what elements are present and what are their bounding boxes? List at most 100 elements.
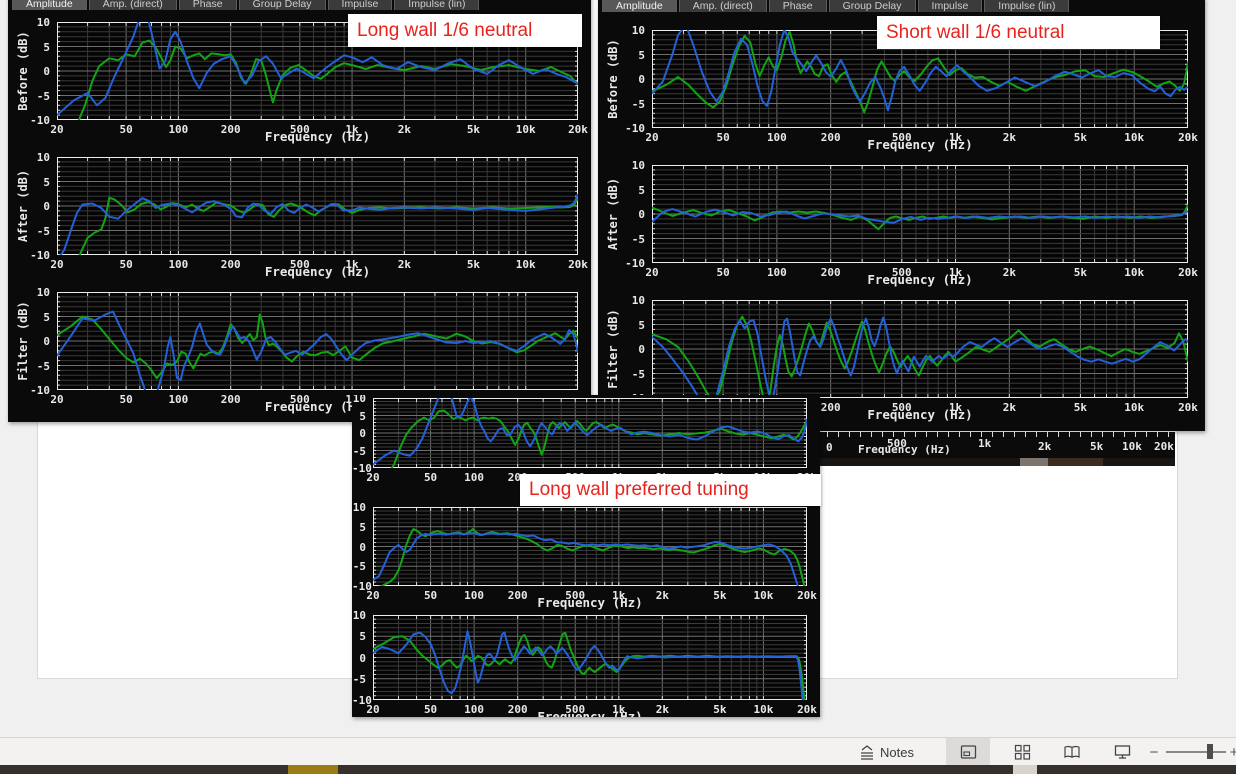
y-tick-label: -5	[352, 444, 366, 458]
zoom-out-button[interactable]: −	[1146, 738, 1162, 766]
tab-impulse[interactable]: Impulse	[327, 0, 393, 10]
y-axis-label: After (dB)	[16, 169, 30, 243]
x-tick-label: 10k	[515, 258, 536, 271]
x-tick-label: 5k	[713, 703, 727, 716]
zoom-slider[interactable]	[1166, 738, 1226, 766]
slide-sorter-button[interactable]	[1000, 738, 1044, 766]
annotation-long-wall-preferred[interactable]: Long wall preferred tuning	[520, 474, 821, 506]
x-tick-label: 10k	[1124, 131, 1145, 144]
notes-label: Notes	[880, 744, 914, 760]
annotation-text: Long wall 1/6 neutral	[357, 19, 533, 41]
taskbar-edge	[0, 765, 1236, 774]
x-axis-label: Frequency (Hz)	[537, 709, 643, 717]
x-tick-label: 2k	[1002, 401, 1016, 414]
plot-filter	[373, 615, 807, 700]
x-tick-label: 2k	[1002, 266, 1016, 279]
x-tick-label: 20	[366, 703, 380, 716]
annotation-long-wall-neutral[interactable]: Long wall 1/6 neutral	[348, 14, 582, 47]
x-tick-label: 20	[645, 266, 659, 279]
tab-amplitude[interactable]: Amplitude	[12, 0, 87, 10]
x-tick-label: 20	[645, 131, 659, 144]
tab-amp-direct[interactable]: Amp. (direct)	[88, 0, 177, 10]
x-axis-label: Frequency (Hz)	[867, 137, 973, 152]
zoom-in-glyph: +	[1229, 743, 1236, 761]
x-tick-label: 5k	[1073, 131, 1088, 144]
plot-after	[373, 507, 807, 586]
x-tick-label: 50	[119, 123, 133, 136]
x-axis-label: Frequency (Hz)	[264, 129, 371, 144]
x-tick-label: 20	[366, 589, 380, 602]
tab-impulse-lin[interactable]: Impulse (lin)	[394, 0, 480, 10]
zoom-slider-track[interactable]	[1166, 751, 1226, 753]
y-axis-label: Before (dB)	[606, 39, 620, 119]
x-tick-label: 5k	[466, 258, 481, 271]
x-tick-label: 50	[716, 131, 730, 144]
y-tick-label: 10	[631, 294, 645, 307]
normal-view-button[interactable]	[946, 738, 990, 766]
plot-before	[373, 398, 807, 468]
notes-button[interactable]: Notes	[850, 738, 922, 766]
tab-group-delay[interactable]: Group Delay	[828, 0, 916, 12]
y-axis-label: After (dB)	[606, 177, 620, 251]
status-bar: Notes − +	[0, 737, 1236, 766]
x-tick-label: 20k	[568, 258, 588, 271]
zoom-slider-handle[interactable]	[1207, 744, 1213, 759]
reading-view-button[interactable]	[1050, 738, 1094, 766]
x-tick-label: 200	[220, 393, 241, 406]
y-tick-label: 10	[352, 395, 366, 405]
x-tick-label: 200	[220, 123, 241, 136]
x-tick-label: 100	[464, 589, 485, 602]
tab-phase[interactable]: Phase	[178, 0, 237, 10]
tab-bar: Amplitude Amp. (direct) Phase Group Delay Im…	[602, 0, 1070, 12]
annotation-short-wall-neutral[interactable]: Short wall 1/6 neutral	[877, 16, 1160, 49]
y-axis-label: Filter (dB)	[16, 301, 30, 381]
zoom-in-button[interactable]: +	[1227, 738, 1236, 766]
taskbar-accent-light	[1013, 765, 1037, 774]
x-tick-label: 20k	[797, 703, 817, 716]
zoom-out-glyph: −	[1149, 743, 1159, 761]
taskbar-accent-gold	[288, 765, 338, 774]
y-tick-label: 0	[359, 651, 366, 665]
tab-phase[interactable]: Phase	[768, 0, 827, 12]
x-tick-label: 100	[168, 393, 189, 406]
x-tick-label: 200	[220, 258, 241, 271]
tab-impulse-lin[interactable]: Impulse (lin)	[984, 0, 1070, 12]
x-tick-label: 5k	[713, 589, 727, 602]
axis-tick-label: 10k	[1122, 440, 1142, 453]
x-tick-label: 2k	[397, 258, 411, 271]
slide-show-button[interactable]	[1100, 738, 1144, 766]
reading-view-icon	[1064, 745, 1080, 759]
measurement-screenshot-long-wall-neutral: Amplitude Amp. (direct) Phase Group Delay Im…	[8, 0, 591, 422]
x-tick-label: 20	[366, 471, 380, 484]
x-tick-label: 20k	[1178, 131, 1198, 144]
tab-impulse[interactable]: Impulse	[917, 0, 983, 12]
x-tick-label: 200	[820, 131, 841, 144]
axis-tick-label: 1k	[978, 437, 992, 450]
x-tick-label: 100	[168, 258, 189, 271]
axis-label-frequency: Frequency (Hz)	[858, 443, 951, 456]
y-tick-label: 10	[36, 151, 50, 164]
y-tick-label: 0	[359, 427, 366, 440]
notes-icon	[861, 745, 874, 760]
x-tick-label: 5k	[1073, 266, 1088, 279]
plot-after	[57, 157, 578, 255]
slide-sorter-icon	[1014, 744, 1030, 760]
y-axis-label: Filter (dB)	[606, 309, 620, 389]
tab-amplitude[interactable]: Amplitude	[602, 0, 677, 12]
axis-tick-label: 0	[826, 441, 833, 454]
x-tick-label: 10k	[1124, 401, 1145, 414]
y-tick-label: 5	[359, 520, 366, 534]
x-tick-label: 20k	[797, 589, 817, 602]
annotation-text: Short wall 1/6 neutral	[886, 21, 1065, 43]
x-tick-label: 20	[50, 393, 64, 406]
y-tick-label: 0	[359, 540, 366, 554]
x-tick-label: 2k	[397, 123, 411, 136]
x-tick-label: 100	[766, 266, 787, 279]
tab-amp-direct[interactable]: Amp. (direct)	[678, 0, 767, 12]
tab-group-delay[interactable]: Group Delay	[238, 0, 326, 10]
plot-after	[652, 165, 1188, 263]
x-tick-label: 20k	[1178, 266, 1198, 279]
x-tick-label: 50	[423, 703, 438, 716]
x-tick-label: 100	[168, 123, 189, 136]
y-tick-label: -5	[352, 560, 366, 574]
